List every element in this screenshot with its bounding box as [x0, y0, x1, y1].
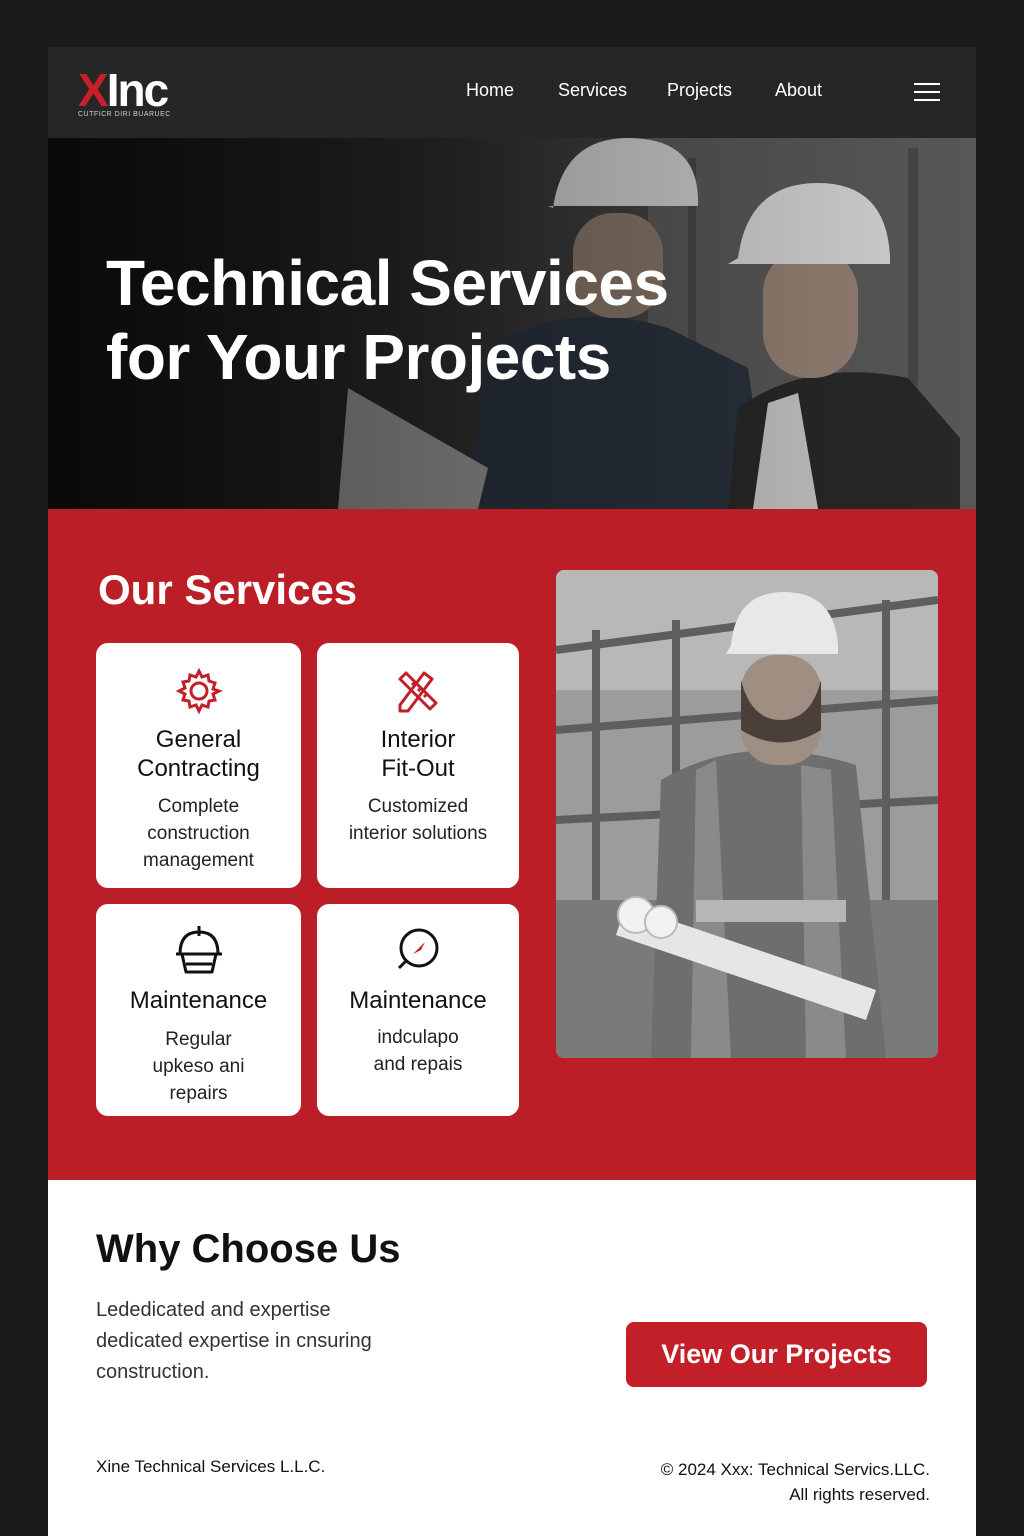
hero-title-line1: Technical Services [106, 247, 669, 319]
copyright-line2: All rights reserved. [789, 1485, 930, 1504]
pencil-ruler-icon [398, 671, 438, 713]
nav-projects[interactable]: Projects [667, 80, 732, 101]
card-desc-line2: construction [147, 823, 250, 844]
footer-company: Xine Technical Services L.L.C. [96, 1457, 326, 1476]
hero-title-line2: for Your Projects [106, 321, 611, 393]
worker-photo [556, 570, 938, 1058]
card-title-line2: Contracting [137, 755, 260, 782]
card-title-line1: Interior [380, 726, 456, 753]
logo-tagline: CUTFICR DIRI BUARUEC [78, 111, 171, 118]
card-desc-line3: management [143, 850, 254, 871]
logo-x: X [78, 64, 109, 116]
logo-inc: Inc [106, 64, 169, 116]
services-section: Our Services General Contracting Complet… [48, 509, 976, 1180]
card-desc-line2: and repais [373, 1054, 463, 1075]
card-title: General Contracting [96, 725, 301, 783]
worker-photo-image [556, 570, 938, 1058]
view-projects-button[interactable]: View Our Projects [626, 1322, 927, 1387]
card-title-line1: General [155, 726, 242, 753]
nav-services[interactable]: Services [558, 80, 627, 101]
compass-icon [397, 928, 439, 970]
hero-title: Technical Services for Your Projects [106, 246, 669, 394]
copyright-line1: © 2024 Xxx: Technical Servics.LLC. [660, 1460, 930, 1479]
card-title-line2: Fit-Out [381, 755, 455, 782]
hamburger-icon[interactable] [914, 83, 940, 103]
gear-icon [175, 667, 223, 715]
card-desc-line1: Complete [157, 796, 240, 817]
nav-about[interactable]: About [775, 80, 822, 101]
card-desc-line2: upkeso ani [152, 1056, 245, 1077]
service-card-maintenance-2[interactable]: Maintenance indculapo and repais [317, 904, 519, 1116]
logo-wordmark: XInc [78, 67, 171, 113]
card-desc-line2: interior solutions [348, 823, 488, 844]
hero-section: Technical Services for Your Projects [48, 138, 976, 509]
why-text-line3: construction. [96, 1361, 210, 1383]
logo[interactable]: XInc CUTFICR DIRI BUARUEC [78, 67, 171, 118]
nav-home[interactable]: Home [466, 80, 514, 101]
why-text-line2: dedicated expertise in cnsuring [96, 1330, 372, 1352]
why-title: Why Choose Us [96, 1227, 401, 1271]
hard-hat-icon [175, 926, 222, 974]
service-card-maintenance[interactable]: Maintenance Regular upkeso ani repairs [96, 904, 301, 1116]
card-desc-line1: Customized [367, 796, 469, 817]
card-desc-line1: Regular [165, 1029, 232, 1050]
page: XInc CUTFICR DIRI BUARUEC Home Services … [48, 47, 976, 1536]
top-nav: XInc CUTFICR DIRI BUARUEC Home Services … [48, 47, 976, 138]
footer-copyright: © 2024 Xxx: Technical Servics.LLC. All r… [608, 1457, 930, 1507]
card-description: Regular upkeso ani repairs [96, 1026, 301, 1107]
services-title: Our Services [98, 566, 358, 613]
card-title: Maintenance [349, 987, 487, 1014]
card-description: indculapo and repais [317, 1024, 519, 1078]
card-desc-line3: repairs [169, 1083, 228, 1104]
service-card-general-contracting[interactable]: General Contracting Complete constructio… [96, 643, 301, 888]
card-title: Interior Fit-Out [317, 725, 519, 783]
service-card-interior-fit-out[interactable]: Interior Fit-Out Customized interior sol… [317, 643, 519, 888]
card-description: Customized interior solutions [317, 793, 519, 847]
why-text-line1: Lededicated and expertise [96, 1299, 331, 1321]
card-title: Maintenance [129, 987, 268, 1014]
why-text: Lededicated and expertise dedicated expe… [96, 1295, 426, 1388]
card-desc-line1: indculapo [377, 1027, 459, 1048]
card-description: Complete construction management [96, 793, 301, 874]
